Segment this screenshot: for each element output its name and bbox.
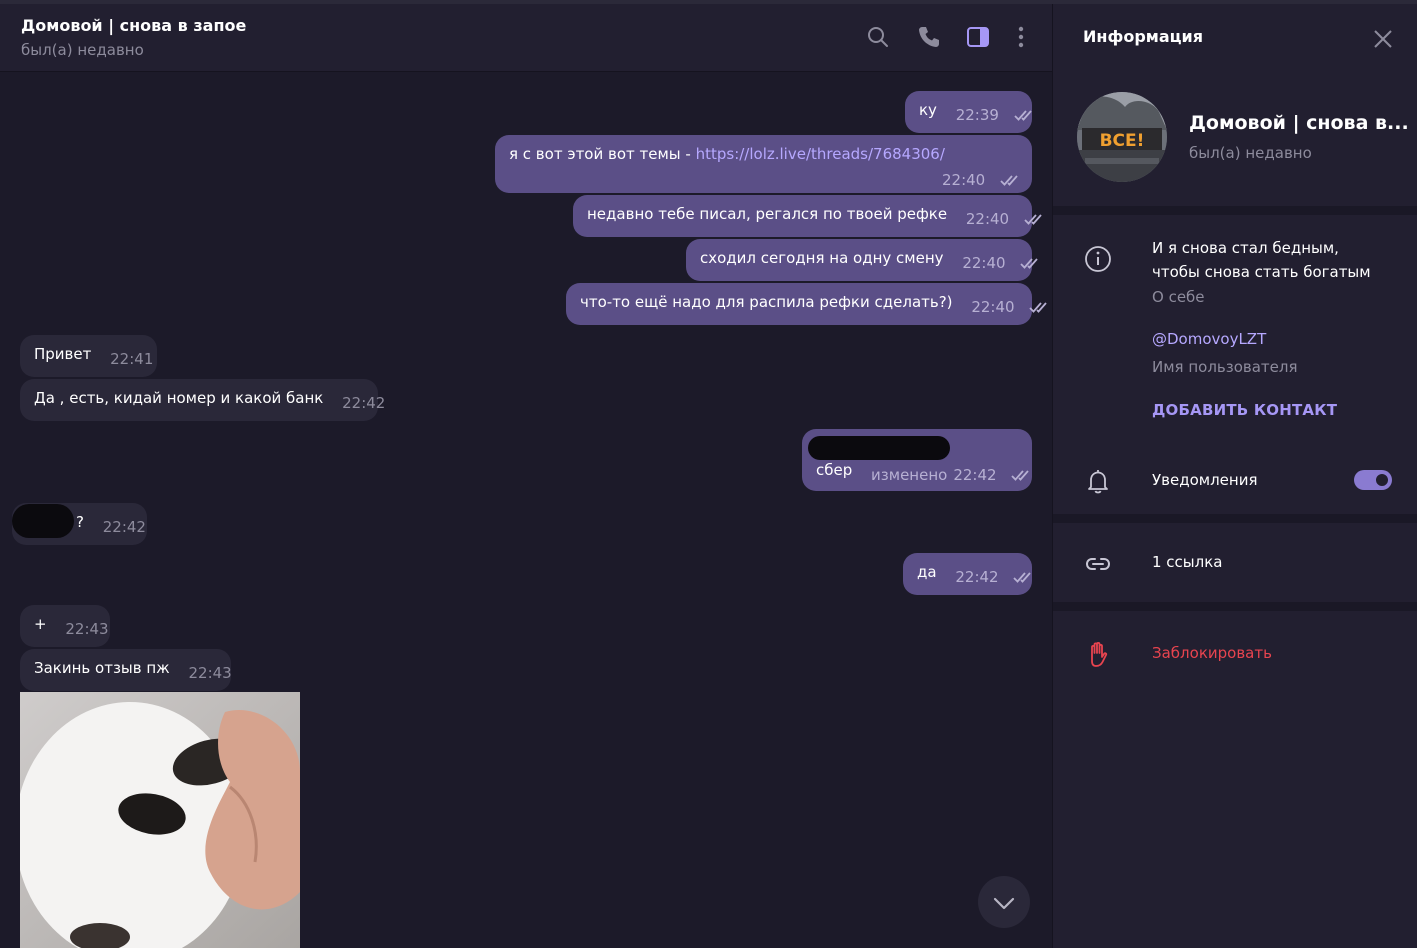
message-text: да — [917, 563, 937, 581]
message-time: 22:42 — [953, 466, 997, 484]
chat-pane: Домовой | снова в запое был(а) недавно к… — [0, 4, 1052, 948]
section-divider — [1053, 602, 1417, 611]
message-link[interactable]: https://lolz.live/threads/7684306/ — [696, 145, 945, 163]
block-user-button[interactable]: Заблокировать — [1152, 644, 1272, 662]
redaction-mark — [12, 504, 74, 538]
message-time: 22:42 — [342, 394, 386, 412]
message-text: Да , есть, кидай номер и какой банк — [34, 389, 324, 407]
incoming-message[interactable]: Закинь отзыв пж 22:43 — [20, 649, 232, 691]
outgoing-message[interactable]: да 22:42 — [903, 553, 1032, 595]
bio-label: О себе — [1152, 288, 1205, 306]
outgoing-message[interactable]: недавно тебе писал, регался по твоей реф… — [573, 195, 1042, 237]
hand-stop-icon — [1083, 639, 1113, 669]
double-check-icon — [1024, 213, 1046, 225]
phone-icon[interactable] — [916, 24, 942, 50]
message-text: Привет — [34, 345, 92, 363]
link-icon — [1083, 549, 1113, 579]
message-text: сбер — [816, 461, 853, 479]
shared-links-item[interactable]: 1 ссылка — [1152, 553, 1223, 571]
chat-header: Домовой | снова в запое был(а) недавно — [0, 4, 1052, 72]
chat-title[interactable]: Домовой | снова в запое — [21, 16, 246, 35]
close-icon[interactable] — [1370, 26, 1396, 52]
message-time: 22:40 — [971, 298, 1015, 316]
bio-line: чтобы снова стать богатым — [1152, 263, 1371, 281]
outgoing-message[interactable]: ку 22:39 — [905, 91, 1032, 133]
message-text: + — [34, 615, 47, 633]
bio-line: И я снова стал бедным, — [1152, 239, 1339, 257]
message-time: 22:40 — [962, 254, 1006, 272]
avatar-text: ВСЕ! — [1100, 131, 1145, 151]
double-check-icon — [1000, 174, 1022, 186]
message-text: сходил сегодня на одну смену — [700, 249, 944, 267]
message-time: 22:39 — [955, 106, 999, 124]
message-time: 22:42 — [955, 568, 999, 586]
double-check-icon — [1014, 109, 1036, 121]
message-text: что-то ещё надо для распила рефки сделат… — [580, 293, 953, 311]
contact-status: был(а) недавно — [1189, 144, 1312, 162]
more-vertical-icon[interactable] — [1008, 24, 1034, 50]
message-text: ку — [919, 101, 937, 119]
sidebar-toggle-icon[interactable] — [965, 24, 991, 50]
outgoing-message[interactable]: сходил сегодня на одну смену 22:40 — [686, 239, 1039, 281]
double-check-icon — [1013, 571, 1035, 583]
section-divider — [1053, 514, 1417, 523]
add-contact-button[interactable]: ДОБАВИТЬ КОНТАКТ — [1152, 401, 1337, 419]
toggle-knob — [1374, 472, 1390, 488]
message-time: 22:43 — [65, 620, 109, 638]
message-text: недавно тебе писал, регался по твоей реф… — [587, 205, 948, 223]
message-time: 22:40 — [941, 171, 986, 189]
incoming-message[interactable]: + 22:43 — [20, 605, 110, 647]
message-time: 22:43 — [188, 664, 232, 682]
double-check-icon — [1029, 301, 1051, 313]
redaction-mark — [808, 436, 950, 460]
message-text: Закинь отзыв пж — [34, 659, 170, 677]
bell-icon — [1083, 466, 1113, 496]
message-edited-label: изменено — [871, 466, 948, 484]
incoming-message[interactable]: Привет 22:41 — [20, 335, 157, 377]
message-photo[interactable] — [20, 692, 300, 948]
info-title: Информация — [1083, 27, 1203, 46]
username-link[interactable]: @DomovoyLZT — [1152, 330, 1266, 348]
outgoing-message[interactable]: что-то ещё надо для распила рефки сделат… — [566, 283, 1048, 325]
search-icon[interactable] — [865, 24, 891, 50]
notifications-toggle[interactable] — [1354, 470, 1392, 490]
section-divider — [1053, 206, 1417, 215]
notifications-label: Уведомления — [1152, 471, 1258, 489]
username-label: Имя пользователя — [1152, 358, 1298, 376]
info-icon — [1083, 244, 1113, 274]
bio-text: И я снова стал бедным, чтобы снова стать… — [1152, 236, 1371, 284]
info-panel: Информация ВСЕ! Домовой | снова в... был… — [1052, 4, 1417, 948]
outgoing-message[interactable]: я с вот этой вот темы - https://lolz.liv… — [495, 135, 1032, 193]
incoming-message[interactable]: Да , есть, кидай номер и какой банк 22:4… — [20, 379, 385, 421]
double-check-icon — [1011, 469, 1033, 481]
double-check-icon — [1020, 257, 1042, 269]
contact-name: Домовой | снова в... — [1189, 112, 1409, 134]
message-time: 22:42 — [102, 518, 146, 536]
avatar[interactable]: ВСЕ! — [1077, 92, 1167, 182]
message-text: ? — [76, 513, 84, 531]
message-time: 22:40 — [965, 210, 1010, 228]
message-text: я с вот этой вот темы - — [509, 145, 696, 163]
scroll-down-button[interactable] — [978, 876, 1030, 928]
chat-status: был(а) недавно — [21, 41, 144, 59]
message-time: 22:41 — [110, 350, 154, 368]
